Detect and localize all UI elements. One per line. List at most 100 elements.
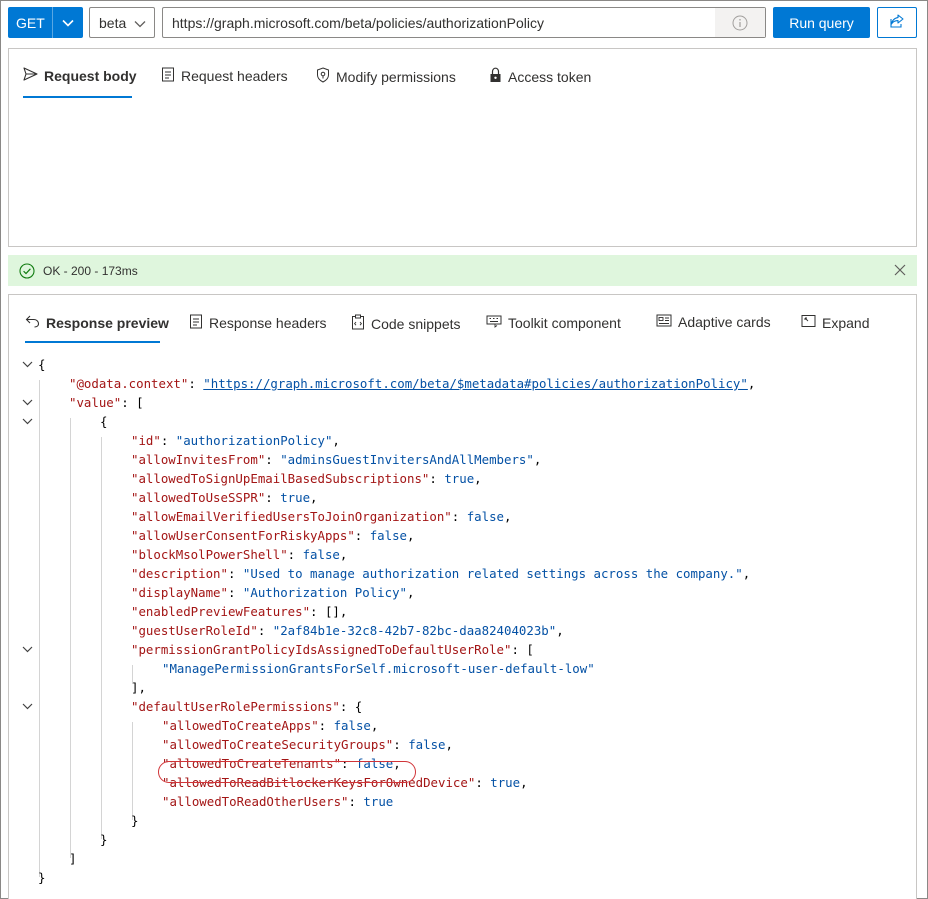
json-line: "blockMsolPowerShell": false,	[9, 545, 916, 564]
info-icon[interactable]	[715, 8, 765, 37]
json-line-text: }	[100, 830, 107, 849]
json-line-text: "description": "Used to manage authoriza…	[131, 564, 750, 583]
json-key: "permissionGrantPolicyIdsAssignedToDefau…	[131, 642, 512, 657]
json-punctuation: ],	[131, 680, 146, 695]
card-icon	[656, 314, 672, 330]
json-punctuation: :	[188, 376, 204, 391]
json-link[interactable]: "https://graph.microsoft.com/beta/$metad…	[203, 376, 748, 391]
json-value: false	[408, 737, 446, 752]
active-tab-indicator	[25, 341, 160, 343]
fold-chevron-icon[interactable]	[21, 697, 33, 716]
json-punctuation: }	[38, 870, 46, 885]
json-line: }	[9, 811, 916, 830]
json-line-text: "defaultUserRolePermissions": {	[131, 697, 362, 716]
chevron-down-icon	[134, 15, 146, 31]
shield-key-icon	[316, 67, 330, 86]
tab-access-token[interactable]: Access token	[489, 67, 591, 86]
json-line: "allowedToUseSSPR": true,	[9, 488, 916, 507]
json-value: "2af84b1e-32c8-42b7-82bc-daa82404023b"	[272, 623, 557, 638]
json-punctuation: :	[257, 623, 273, 638]
json-line-text: "displayName": "Authorization Policy",	[131, 583, 415, 602]
json-line: "defaultUserRolePermissions": {	[9, 697, 916, 716]
tab-label: Modify permissions	[336, 68, 456, 85]
json-punctuation: :	[475, 775, 491, 790]
json-punctuation: :	[451, 509, 467, 524]
json-key: "allowInvitesFrom"	[131, 452, 266, 467]
lock-icon	[489, 67, 502, 86]
tab-code-snippets[interactable]: Code snippets	[351, 314, 461, 333]
close-icon[interactable]	[893, 263, 907, 277]
json-value: "Authorization Policy"	[242, 585, 408, 600]
undo-icon	[25, 314, 40, 331]
json-key: "displayName"	[131, 585, 228, 600]
fold-chevron-icon[interactable]	[21, 640, 33, 659]
json-key: "allowedToCreateApps"	[162, 718, 319, 733]
json-punctuation: :	[348, 794, 364, 809]
json-line: "allowedToCreateTenants": false,	[9, 754, 916, 773]
tab-response-preview[interactable]: Response preview	[25, 314, 169, 331]
json-line-text: "@odata.context": "https://graph.microso…	[69, 374, 755, 393]
json-key: "blockMsolPowerShell"	[131, 547, 288, 562]
json-punctuation: :	[160, 433, 176, 448]
json-punctuation: : [],	[310, 604, 348, 619]
request-panel: Request body Request headers Modify perm…	[8, 48, 917, 247]
tab-label: Request body	[44, 67, 137, 84]
tab-modify-permissions[interactable]: Modify permissions	[316, 67, 456, 86]
json-punctuation: ,	[533, 452, 542, 467]
json-line-text: "ManagePermissionGrantsForSelf.microsoft…	[162, 659, 595, 678]
json-line: "description": "Used to manage authoriza…	[9, 564, 916, 583]
json-line-text: "blockMsolPowerShell": false,	[131, 545, 347, 564]
version-label: beta	[99, 14, 127, 31]
tab-label: Code snippets	[371, 315, 461, 332]
json-key: "allowUserConsentForRiskyApps"	[131, 528, 355, 543]
tab-label: Response preview	[46, 314, 169, 331]
json-value: true	[363, 794, 394, 809]
document-icon	[189, 314, 203, 332]
json-value: "Used to manage authorization related se…	[242, 566, 743, 581]
json-line-text: "allowedToCreateSecurityGroups": false,	[162, 735, 453, 754]
expand-button[interactable]: Expand	[801, 314, 869, 331]
json-punctuation: :	[393, 737, 409, 752]
active-tab-indicator	[23, 96, 132, 98]
json-punctuation: ,	[520, 775, 528, 790]
tab-request-body[interactable]: Request body	[23, 67, 137, 84]
json-value: false	[333, 718, 371, 733]
json-line: "ManagePermissionGrantsForSelf.microsoft…	[9, 659, 916, 678]
tab-label: Adaptive cards	[678, 314, 771, 330]
url-input[interactable]: https://graph.microsoft.com/beta/policie…	[162, 7, 766, 38]
json-punctuation: ,	[556, 623, 564, 638]
fold-chevron-icon[interactable]	[21, 412, 33, 431]
run-query-button[interactable]: Run query	[773, 7, 870, 38]
json-line-text: "enabledPreviewFeatures": [],	[131, 602, 347, 621]
json-key: "defaultUserRolePermissions"	[131, 699, 340, 714]
tab-toolkit-component[interactable]: Toolkit component	[486, 314, 621, 331]
json-line: "permissionGrantPolicyIdsAssignedToDefau…	[9, 640, 916, 659]
status-text: OK - 200 - 173ms	[43, 263, 138, 278]
json-line: "allowedToCreateApps": false,	[9, 716, 916, 735]
http-method-dropdown[interactable]: GET	[8, 7, 83, 38]
tab-response-headers[interactable]: Response headers	[189, 314, 327, 332]
fold-chevron-icon[interactable]	[21, 355, 33, 374]
highlight-annotation	[158, 761, 416, 783]
tab-label: Request headers	[181, 68, 288, 84]
json-punctuation: :	[227, 585, 243, 600]
share-icon	[889, 13, 905, 32]
json-key: "allowedToCreateSecurityGroups"	[162, 737, 394, 752]
share-button[interactable]	[877, 7, 917, 38]
json-line-text: "allowedToCreateApps": false,	[162, 716, 378, 735]
tab-label: Response headers	[209, 315, 327, 331]
json-value: "adminsGuestInvitersAndAllMembers"	[280, 452, 534, 467]
version-dropdown[interactable]: beta	[89, 7, 155, 38]
json-value: "ManagePermissionGrantsForSelf.microsoft…	[162, 661, 595, 676]
json-punctuation: : {	[339, 699, 363, 714]
json-punctuation: :	[354, 528, 370, 543]
json-punctuation: : [	[511, 642, 534, 657]
json-punctuation: ,	[504, 509, 512, 524]
json-punctuation: ,	[407, 585, 415, 600]
fold-chevron-icon[interactable]	[21, 393, 33, 412]
tab-request-headers[interactable]: Request headers	[161, 67, 288, 85]
json-key: "allowedToReadOtherUsers"	[162, 794, 349, 809]
tab-adaptive-cards[interactable]: Adaptive cards	[656, 314, 771, 330]
json-line-text: }	[38, 868, 45, 887]
json-key: "allowedToUseSSPR"	[131, 490, 266, 505]
